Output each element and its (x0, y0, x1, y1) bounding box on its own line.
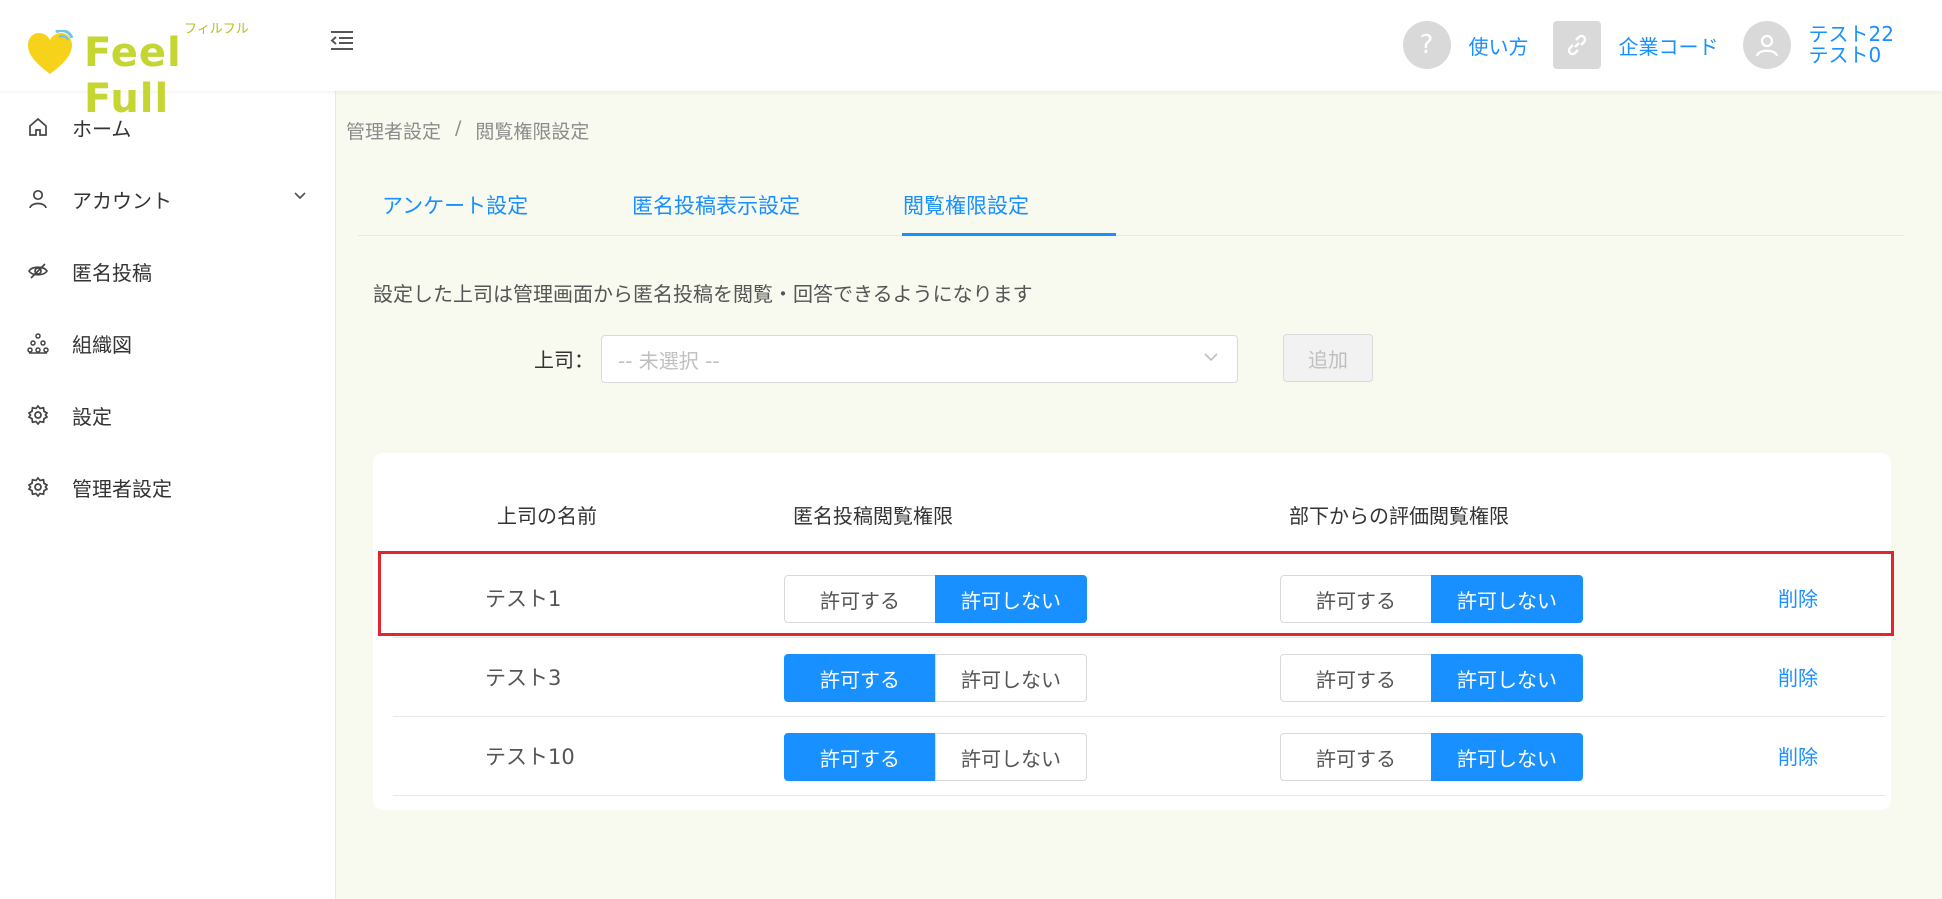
allow-option[interactable]: 許可する (1280, 654, 1432, 702)
help-link[interactable]: 使い方 (1469, 31, 1529, 60)
sidebar-item-org-chart[interactable]: 組織図 (0, 315, 335, 371)
anon-permission-toggle: 許可する 許可しない (784, 575, 1088, 623)
company-code-link[interactable]: 企業コード (1619, 31, 1719, 60)
deny-option[interactable]: 許可しない (935, 733, 1087, 781)
gear-icon (26, 403, 50, 427)
sidebar-item-label: 管理者設定 (72, 476, 172, 501)
gear-icon (26, 475, 50, 499)
avatar-icon[interactable] (1742, 21, 1791, 69)
heart-logo-icon (28, 30, 74, 74)
eval-permission-toggle: 許可する 許可しない (1280, 733, 1584, 781)
sidebar-item-label: 匿名投稿 (72, 260, 152, 285)
user-name-link[interactable]: テスト22 テスト0 (1809, 24, 1894, 66)
delete-link[interactable]: 削除 (1778, 741, 1818, 770)
column-header-eval-permission: 部下からの評価閲覧権限 (1289, 504, 1509, 528)
deny-option[interactable]: 許可しない (1431, 575, 1583, 623)
active-tab-indicator (902, 233, 1116, 236)
allow-option[interactable]: 許可する (784, 733, 936, 781)
column-header-anon-permission: 匿名投稿閲覧権限 (793, 504, 953, 528)
add-button[interactable]: 追加 (1283, 334, 1373, 382)
breadcrumb-current: 閲覧権限設定 (475, 121, 590, 143)
eval-permission-toggle: 許可する 許可しない (1280, 575, 1584, 623)
supervisor-name: テスト1 (485, 587, 562, 611)
org-chart-icon (26, 331, 50, 355)
sidebar-item-label: 設定 (72, 404, 112, 429)
allow-option[interactable]: 許可する (1280, 575, 1432, 623)
allow-option[interactable]: 許可する (784, 654, 936, 702)
deny-option[interactable]: 許可しない (1431, 654, 1583, 702)
sidebar-item-label: 組織図 (72, 332, 132, 357)
allow-option[interactable]: 許可する (1280, 733, 1432, 781)
feelfull-logo[interactable]: フィルフル Feel Full (26, 16, 256, 122)
chevron-down-icon (294, 192, 306, 200)
sidebar: ホーム アカウント 匿名投稿 組織図 設定 管理者設定 (0, 91, 336, 899)
chevron-down-icon (1204, 353, 1218, 362)
anon-permission-toggle: 許可する 許可しない (784, 733, 1088, 781)
page-description: 設定した上司は管理画面から匿名投稿を閲覧・回答できるようになります (373, 282, 1033, 306)
table-row: テスト10 許可する 許可しない 許可する 許可しない 削除 (393, 717, 1885, 796)
sidebar-item-admin-settings[interactable]: 管理者設定 (0, 459, 335, 515)
delete-link[interactable]: 削除 (1778, 662, 1818, 691)
deny-option[interactable]: 許可しない (1431, 733, 1583, 781)
supervisor-name: テスト3 (485, 666, 562, 690)
user-name-line2: テスト0 (1808, 43, 1882, 67)
select-placeholder: -- 未選択 -- (618, 348, 720, 373)
supervisor-label: 上司： (534, 348, 594, 372)
sidebar-item-account[interactable]: アカウント (0, 171, 335, 227)
breadcrumb-separator: / (455, 117, 462, 139)
permission-table: 上司の名前 匿名投稿閲覧権限 部下からの評価閲覧権限 テスト1 許可する 許可し… (373, 453, 1891, 810)
delete-link[interactable]: 削除 (1778, 583, 1818, 612)
help-icon[interactable]: ? (1402, 21, 1451, 69)
brand-name: Feel Full (84, 30, 182, 122)
breadcrumb-parent[interactable]: 管理者設定 (346, 117, 441, 144)
column-header-name: 上司の名前 (497, 504, 597, 528)
deny-option[interactable]: 許可しない (935, 654, 1087, 702)
allow-option[interactable]: 許可する (784, 575, 936, 623)
supervisor-select[interactable]: -- 未選択 -- (601, 335, 1238, 383)
eye-off-icon (26, 259, 50, 283)
sidebar-item-label: アカウント (72, 188, 172, 213)
tab-view-permission-settings[interactable]: 閲覧権限設定 (903, 190, 1029, 220)
header-actions: ? 使い方 企業コード テスト22 テスト0 (1402, 18, 1894, 72)
user-icon (26, 187, 50, 211)
tab-anonymous-display-settings[interactable]: 匿名投稿表示設定 (632, 190, 800, 220)
table-row: テスト3 許可する 許可しない 許可する 許可しない 削除 (393, 638, 1885, 717)
home-icon (26, 115, 50, 139)
user-name-line1: テスト22 (1808, 22, 1894, 46)
breadcrumb: 管理者設定 / 閲覧権限設定 (346, 117, 589, 144)
eval-permission-toggle: 許可する 許可しない (1280, 654, 1584, 702)
supervisor-name: テスト10 (485, 745, 575, 769)
anon-permission-toggle: 許可する 許可しない (784, 654, 1088, 702)
tab-survey-settings[interactable]: アンケート設定 (382, 190, 528, 220)
settings-tabs: アンケート設定 匿名投稿表示設定 閲覧権限設定 (358, 182, 1904, 236)
sidebar-item-anonymous-posts[interactable]: 匿名投稿 (0, 243, 335, 299)
link-icon[interactable] (1552, 21, 1601, 69)
table-row: テスト1 許可する 許可しない 許可する 許可しない 削除 (393, 559, 1885, 638)
deny-option[interactable]: 許可しない (935, 575, 1087, 623)
app-header: フィルフル Feel Full ? 使い方 企業コード テスト22 テスト0 (0, 0, 1942, 122)
sidebar-item-settings[interactable]: 設定 (0, 387, 335, 443)
menu-collapse-icon[interactable] (328, 26, 356, 54)
